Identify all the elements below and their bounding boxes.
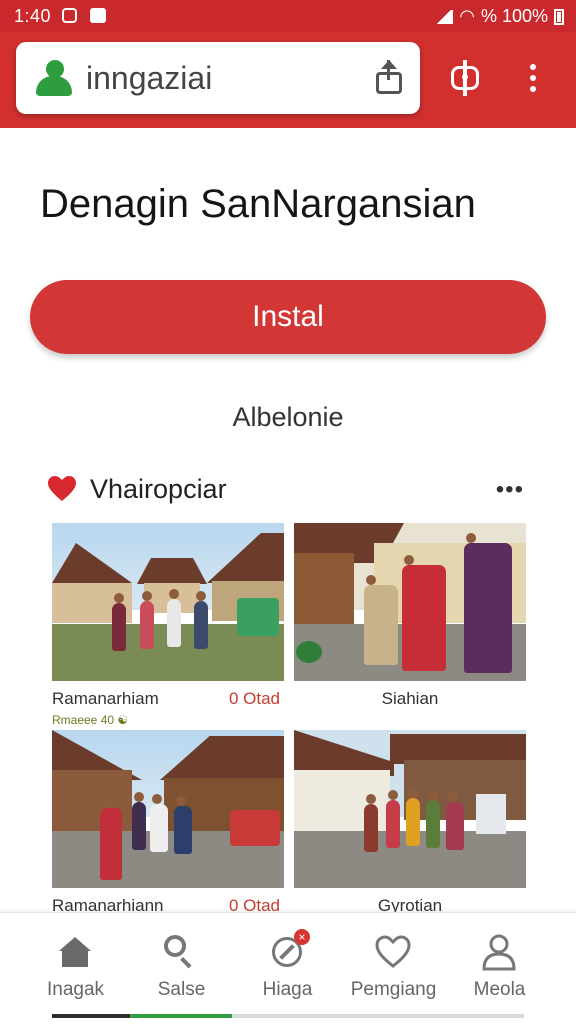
home-icon [56, 933, 94, 971]
developer-label[interactable]: Albelonie [0, 402, 576, 433]
account-icon[interactable] [36, 60, 72, 96]
card-badge: 0 Otad [228, 689, 280, 708]
install-button[interactable]: Instal [30, 280, 546, 354]
screenshot-image[interactable] [52, 523, 284, 681]
bottom-navigation: Inagak Salse × Hiaga Pemgiang Meola [0, 912, 576, 1025]
more-options-icon[interactable]: ••• [496, 476, 524, 504]
status-time: 1:40 [14, 6, 52, 26]
nav-item-search[interactable]: Salse [124, 913, 239, 1013]
section-header: Vhairopciar ••• [48, 466, 530, 508]
status-bar: 1:40 ◠ % 100% [0, 0, 576, 32]
notification-icon [62, 8, 77, 23]
nav-label: Meola [473, 979, 526, 1000]
nav-label: Salse [157, 979, 206, 1000]
share-icon[interactable] [376, 60, 404, 94]
nav-item-profile[interactable]: Meola [442, 913, 557, 1013]
scroll-progress-bar [52, 1014, 524, 1018]
screenshot-image[interactable] [294, 730, 526, 888]
url-text[interactable]: inngaziai [86, 60, 212, 97]
tab-switcher-icon[interactable] [451, 60, 481, 96]
card-title: Siahian [381, 689, 439, 708]
browser-toolbar: inngaziai [0, 32, 576, 128]
scroll-progress-accent [130, 1014, 232, 1018]
battery-text: % 100% [480, 6, 548, 26]
heart-icon [375, 935, 411, 968]
nav-item-favorites[interactable]: Pemgiang [336, 913, 451, 1013]
scroll-progress-fill [52, 1014, 130, 1018]
card-tags: Rmaeee 40 ☯ [52, 713, 129, 727]
nav-item-home[interactable]: Inagak [18, 913, 133, 1013]
screenshot-card[interactable]: Gyrotian [294, 730, 526, 915]
profile-icon [482, 934, 516, 971]
nav-item-edit[interactable]: × Hiaga [230, 913, 345, 1013]
status-indicators: ◠ % 100% [435, 6, 564, 27]
screenshot-card[interactable]: Siahian [294, 523, 526, 708]
overflow-menu-icon[interactable] [528, 64, 538, 96]
nav-label: Hiaga [262, 979, 313, 1000]
nav-label: Pemgiang [350, 979, 437, 1000]
search-icon [162, 933, 200, 971]
wifi-icon: ◠ [459, 6, 475, 26]
screenshot-image[interactable] [294, 523, 526, 681]
nav-label: Inagak [46, 979, 105, 1000]
section-title: Vhairopciar [90, 474, 227, 504]
heart-icon [48, 476, 76, 501]
battery-icon [554, 8, 564, 25]
screenshot-image[interactable] [52, 730, 284, 888]
url-bar[interactable]: inngaziai [16, 42, 420, 114]
notification-badge-icon: × [294, 929, 310, 945]
screenshot-card[interactable]: Ramanarhiann 0 Otad [52, 730, 284, 915]
app-title: Denagin SanNargansian [40, 182, 476, 226]
app-notification-icon [90, 8, 106, 23]
card-title: Ramanarhiam [52, 689, 159, 708]
signal-icon [435, 9, 454, 24]
edit-icon: × [268, 929, 310, 971]
screenshot-card[interactable]: Ramanarhiam 0 Otad Rmaeee 40 ☯ [52, 523, 284, 727]
